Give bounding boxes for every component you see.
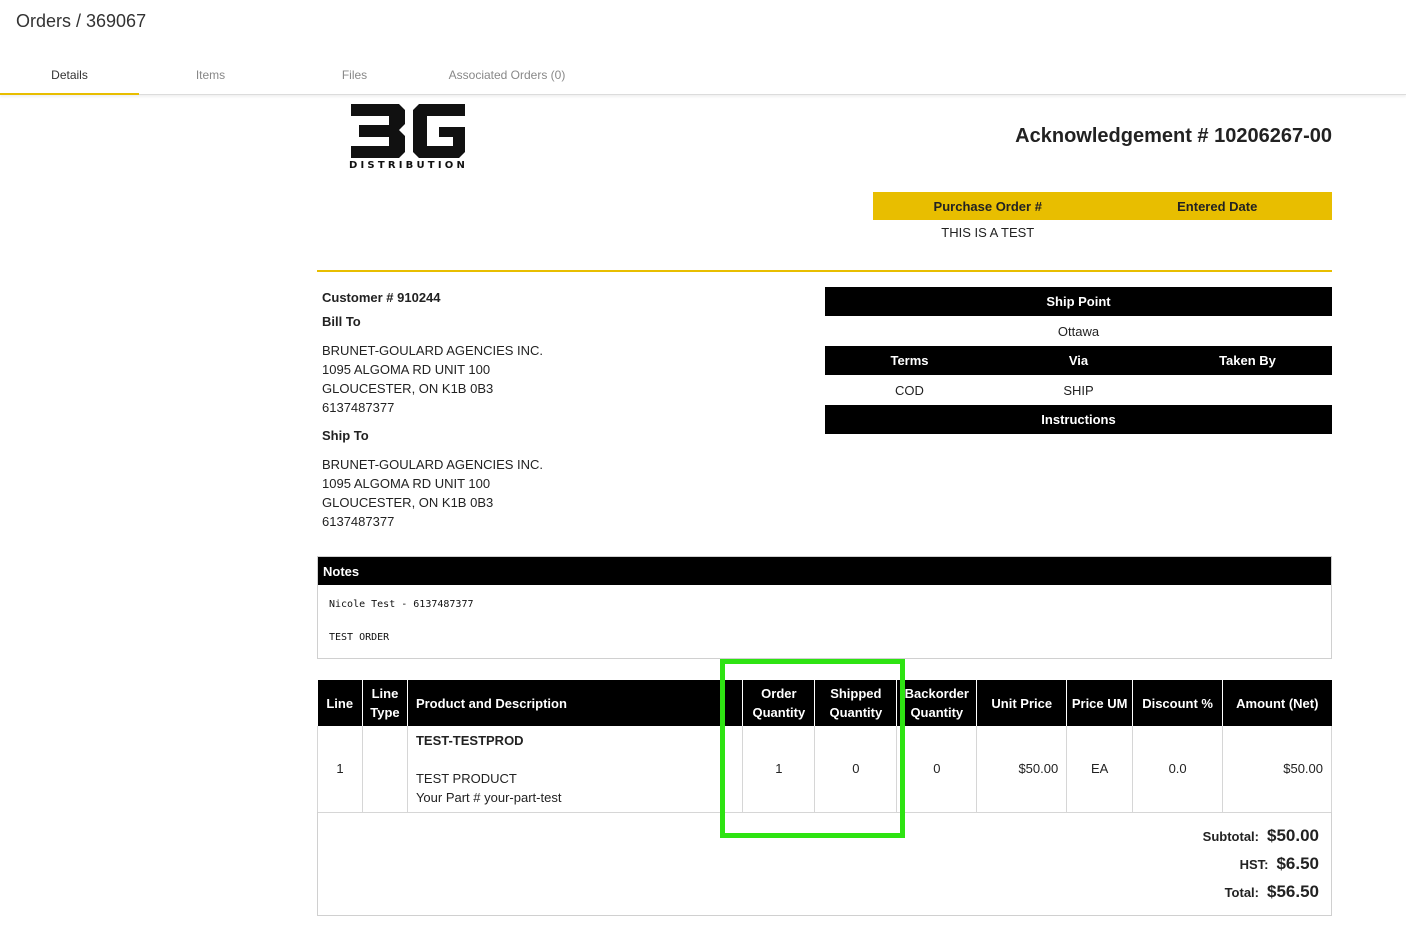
instructions-header: Instructions xyxy=(825,405,1332,434)
shipping-panel: Ship Point Ottawa Terms Via Taken By COD… xyxy=(825,287,1332,434)
terms-header: Terms Via Taken By xyxy=(825,346,1332,375)
total-row: Total: $56.50 xyxy=(1225,882,1319,902)
bill-to-label: Bill To xyxy=(322,314,361,329)
cell-backorder-qty: 0 xyxy=(896,726,978,813)
bill-to-address: BRUNET-GOULARD AGENCIES INC. 1095 ALGOMA… xyxy=(322,341,543,417)
subtotal-row: Subtotal: $50.00 xyxy=(1203,826,1319,846)
hst-row: HST: $6.50 xyxy=(1240,854,1319,874)
col-discount: Discount % xyxy=(1132,680,1224,726)
col-shipped-qty: Shipped Quantity xyxy=(814,680,898,726)
ship-to-line: 6137487377 xyxy=(322,514,395,529)
notes-body: Nicole Test - 6137487377 TEST ORDER xyxy=(318,585,1331,658)
tab-items[interactable]: Items xyxy=(139,56,282,94)
col-line: Line xyxy=(317,680,363,726)
customer-number: Customer # 910244 xyxy=(322,290,441,305)
instructions-label: Instructions xyxy=(1041,412,1116,427)
ship-point-row: Ottawa xyxy=(825,316,1332,346)
ship-to-address: BRUNET-GOULARD AGENCIES INC. 1095 ALGOMA… xyxy=(322,455,543,531)
hst-label: HST: xyxy=(1239,857,1269,872)
logo-subtitle: DISTRIBUTION xyxy=(349,160,469,171)
tab-bar: Details Items Files Associated Orders (0… xyxy=(0,56,1406,95)
ship-point-label: Ship Point xyxy=(1046,294,1111,309)
terms-value: COD xyxy=(895,382,924,398)
cell-line: 1 xyxy=(317,726,363,813)
product-code: TEST-TESTPROD xyxy=(415,733,524,748)
po-values-row: THIS IS A TEST xyxy=(873,225,1332,243)
ship-to-line: GLOUCESTER, ON K1B 0B3 xyxy=(322,495,494,510)
subtotal-label: Subtotal: xyxy=(1202,829,1259,844)
col-order-qty: Order Quantity xyxy=(742,680,816,726)
bill-to-line: GLOUCESTER, ON K1B 0B3 xyxy=(322,381,494,396)
tab-files[interactable]: Files xyxy=(282,56,427,94)
cell-order-qty: 1 xyxy=(742,726,816,813)
terms-label: Terms xyxy=(890,353,929,368)
via-label: Via xyxy=(1068,353,1089,368)
cell-line-type xyxy=(362,726,408,813)
total-label: Total: xyxy=(1224,885,1259,900)
cell-product: TEST-TESTPROD TEST PRODUCT Your Part # y… xyxy=(407,726,744,813)
ship-to-line: BRUNET-GOULARD AGENCIES INC. xyxy=(322,457,544,472)
terms-row: COD SHIP xyxy=(825,375,1332,405)
tab-associated-orders[interactable]: Associated Orders (0) xyxy=(427,56,587,94)
cell-price-um: EA xyxy=(1066,726,1134,813)
product-name: TEST PRODUCT xyxy=(415,771,517,786)
bill-to-line: 6137487377 xyxy=(322,400,395,415)
table-header-row: Line Line Type Product and Description O… xyxy=(317,680,1332,726)
your-part-number: Your Part # your-part-test xyxy=(415,790,562,805)
acknowledgement-title: Acknowledgement # 10206267-00 xyxy=(1015,125,1332,147)
notes-line: TEST ORDER xyxy=(329,631,390,643)
logo-3g-mark xyxy=(351,104,465,158)
notes-header: Notes xyxy=(318,557,1331,585)
cell-shipped-qty: 0 xyxy=(814,726,898,813)
col-price-um: Price UM xyxy=(1066,680,1134,726)
company-logo: DISTRIBUTION xyxy=(349,104,467,174)
col-line-type: Line Type xyxy=(362,680,408,726)
cell-unit-price: $50.00 xyxy=(976,726,1068,813)
taken-by-label: Taken By xyxy=(1219,353,1276,368)
hst-value: $6.50 xyxy=(1276,854,1319,873)
cell-discount: 0.0 xyxy=(1132,726,1224,813)
col-unit-price: Unit Price xyxy=(976,680,1068,726)
tab-details[interactable]: Details xyxy=(0,56,139,95)
cell-amount: $50.00 xyxy=(1222,726,1332,813)
col-amount: Amount (Net) xyxy=(1222,680,1332,726)
po-header-bar: Purchase Order # Entered Date xyxy=(873,192,1332,220)
breadcrumb: Orders / 369067 xyxy=(16,11,147,31)
entered-date-header: Entered Date xyxy=(1177,198,1258,214)
bill-to-line: 1095 ALGOMA RD UNIT 100 xyxy=(322,362,491,377)
col-product: Product and Description xyxy=(407,680,744,726)
col-backorder-qty: Backorder Quantity xyxy=(896,680,978,726)
entered-date-value xyxy=(1103,225,1333,243)
ship-to-line: 1095 ALGOMA RD UNIT 100 xyxy=(322,476,491,491)
section-divider xyxy=(317,270,1332,272)
subtotal-value: $50.00 xyxy=(1267,826,1319,845)
ship-to-label: Ship To xyxy=(322,428,369,443)
notes-label: Notes xyxy=(323,563,360,579)
line-items-table: Line Line Type Product and Description O… xyxy=(317,680,1332,813)
via-value: SHIP xyxy=(1063,382,1094,398)
notes-line: Nicole Test - 6137487377 xyxy=(329,599,474,610)
po-number-value: THIS IS A TEST xyxy=(941,225,1035,240)
customer-block: Customer # 910244 Bill To BRUNET-GOULARD… xyxy=(322,288,543,531)
totals-section: Subtotal: $50.00 HST: $6.50 Total: $56.5… xyxy=(317,812,1332,916)
total-value: $56.50 xyxy=(1267,882,1319,901)
bill-to-line: BRUNET-GOULARD AGENCIES INC. xyxy=(322,343,544,358)
notes-line xyxy=(329,614,1320,630)
notes-section: Notes Nicole Test - 6137487377 TEST ORDER xyxy=(317,556,1332,659)
ship-point-header: Ship Point xyxy=(825,287,1332,316)
table-row: 1 TEST-TESTPROD TEST PRODUCT Your Part #… xyxy=(317,726,1332,813)
ship-point-value: Ottawa xyxy=(1057,323,1100,339)
po-number-header: Purchase Order # xyxy=(933,198,1042,214)
